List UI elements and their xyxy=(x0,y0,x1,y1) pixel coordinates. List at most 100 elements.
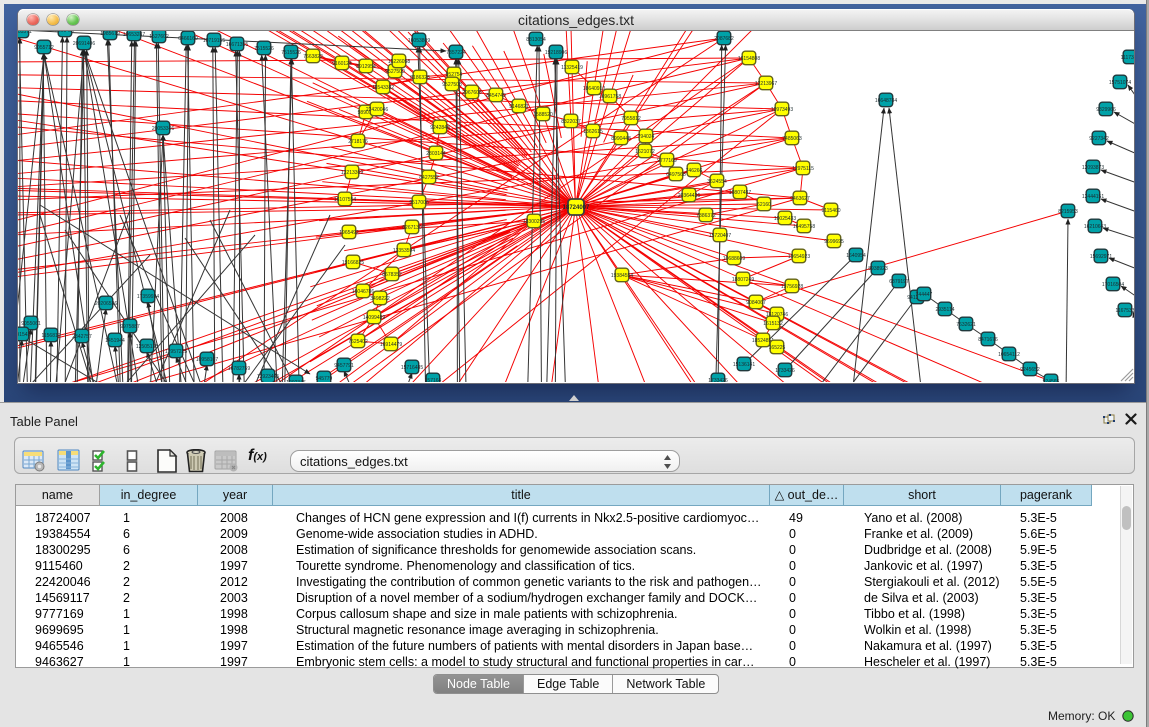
svg-text:9146821: 9146821 xyxy=(509,104,529,110)
svg-text:1965492: 1965492 xyxy=(339,230,359,236)
svg-text:20206536: 20206536 xyxy=(95,301,117,307)
svg-text:7515526: 7515526 xyxy=(254,46,274,52)
svg-text:2718176: 2718176 xyxy=(348,139,368,145)
svg-text:10653287: 10653287 xyxy=(123,32,145,38)
svg-text:11325419: 11325419 xyxy=(561,65,583,71)
svg-text:1527602: 1527602 xyxy=(149,34,169,40)
svg-text:12213967: 12213967 xyxy=(755,81,777,87)
svg-text:8938923: 8938923 xyxy=(868,266,888,272)
svg-text:8813054: 8813054 xyxy=(526,37,546,43)
svg-text:10958107: 10958107 xyxy=(196,357,218,363)
svg-text:7485063: 7485063 xyxy=(782,136,802,142)
svg-text:9517006: 9517006 xyxy=(409,200,429,206)
svg-text:16782759: 16782759 xyxy=(228,366,250,372)
svg-text:19166825: 19166825 xyxy=(342,260,364,266)
svg-text:7955812: 7955812 xyxy=(621,116,641,122)
svg-text:1292346: 1292346 xyxy=(286,380,306,382)
svg-text:15226058: 15226058 xyxy=(388,59,410,65)
svg-text:9245652: 9245652 xyxy=(1020,367,1040,373)
svg-text:18807249: 18807249 xyxy=(732,277,754,283)
svg-text:20053346: 20053346 xyxy=(152,126,174,132)
svg-text:1156819: 1156819 xyxy=(41,333,60,339)
svg-text:8471676: 8471676 xyxy=(978,337,998,343)
svg-text:1405571: 1405571 xyxy=(18,31,32,35)
svg-text:1588520: 1588520 xyxy=(533,112,553,118)
svg-text:6879197: 6879197 xyxy=(889,279,909,285)
svg-text:1640954: 1640954 xyxy=(846,253,866,259)
svg-text:9227342: 9227342 xyxy=(1089,136,1109,142)
svg-text:62160: 62160 xyxy=(757,202,771,208)
svg-text:924565: 924565 xyxy=(1043,379,1060,382)
svg-text:13353594: 13353594 xyxy=(393,248,415,254)
svg-text:22420046: 22420046 xyxy=(366,107,388,113)
svg-text:14099489: 14099489 xyxy=(363,315,385,321)
svg-text:8267130: 8267130 xyxy=(402,225,422,231)
svg-text:9084067: 9084067 xyxy=(746,300,766,306)
svg-text:1362615: 1362615 xyxy=(583,129,603,135)
svg-text:9527500: 9527500 xyxy=(385,69,405,75)
svg-text:12975115: 12975115 xyxy=(792,166,814,172)
svg-text:744447: 744447 xyxy=(916,292,933,298)
svg-text:18724007: 18724007 xyxy=(563,205,590,211)
svg-text:16053809: 16053809 xyxy=(408,38,430,44)
svg-text:15751074: 15751074 xyxy=(1109,80,1131,86)
svg-text:9975887: 9975887 xyxy=(120,324,140,330)
svg-text:9055712: 9055712 xyxy=(34,45,54,51)
svg-text:8427552: 8427552 xyxy=(419,175,439,181)
svg-text:15716485: 15716485 xyxy=(401,365,423,371)
svg-text:18300295: 18300295 xyxy=(523,219,545,225)
svg-text:746266: 746266 xyxy=(686,168,703,174)
svg-text:8215953: 8215953 xyxy=(1058,209,1078,215)
svg-text:16961758: 16961758 xyxy=(599,94,621,100)
svg-text:1733426: 1733426 xyxy=(708,378,728,382)
svg-text:8186328: 8186328 xyxy=(410,75,430,81)
svg-text:19654923: 19654923 xyxy=(788,254,810,260)
svg-text:165225: 165225 xyxy=(769,345,786,351)
svg-text:9242848: 9242848 xyxy=(430,125,450,131)
svg-text:2803144: 2803144 xyxy=(426,151,446,157)
svg-text:16648784: 16648784 xyxy=(875,98,897,104)
svg-text:8990448: 8990448 xyxy=(611,136,631,142)
svg-text:3498222: 3498222 xyxy=(370,296,390,302)
svg-text:16543382: 16543382 xyxy=(372,85,394,91)
svg-text:10025433: 10025433 xyxy=(774,216,796,222)
svg-text:391543: 391543 xyxy=(18,332,31,338)
svg-text:7625402: 7625402 xyxy=(348,339,368,345)
svg-text:6497568: 6497568 xyxy=(666,172,686,178)
svg-text:9160124: 9160124 xyxy=(332,61,352,67)
svg-text:19218906: 19218906 xyxy=(545,50,567,56)
svg-text:16914479: 16914479 xyxy=(380,342,402,348)
svg-text:10807487: 10807487 xyxy=(729,190,751,196)
svg-text:9055061: 9055061 xyxy=(21,321,41,327)
svg-text:945779: 945779 xyxy=(316,376,333,382)
svg-text:10719155: 10719155 xyxy=(203,38,225,44)
svg-text:1167533: 1167533 xyxy=(1115,308,1134,314)
svg-text:2099437: 2099437 xyxy=(55,31,75,34)
svg-text:7663822: 7663822 xyxy=(303,54,323,60)
svg-text:17957225: 17957225 xyxy=(165,349,187,355)
svg-text:6466160: 6466160 xyxy=(178,36,198,42)
svg-text:20364436: 20364436 xyxy=(678,193,700,199)
svg-text:18640910: 18640910 xyxy=(583,86,605,92)
svg-text:9115460: 9115460 xyxy=(821,208,840,214)
svg-text:16107554: 16107554 xyxy=(334,197,356,203)
svg-text:8912954: 8912954 xyxy=(356,64,376,70)
svg-text:8678352: 8678352 xyxy=(382,272,402,278)
svg-text:1985619: 1985619 xyxy=(100,31,120,37)
svg-text:16671355: 16671355 xyxy=(226,42,248,48)
svg-text:7357224: 7357224 xyxy=(446,50,466,56)
svg-text:2967608: 2967608 xyxy=(462,90,482,96)
svg-text:3624554: 3624554 xyxy=(707,179,727,185)
svg-text:1733426: 1733426 xyxy=(775,368,795,374)
svg-text:12213369: 12213369 xyxy=(341,170,363,176)
svg-text:2087682: 2087682 xyxy=(714,36,734,42)
svg-text:19384554: 19384554 xyxy=(611,273,633,279)
svg-text:1615132: 1615132 xyxy=(763,321,783,327)
svg-text:7386372: 7386372 xyxy=(696,213,716,219)
svg-text:8322037: 8322037 xyxy=(561,119,581,125)
svg-text:17359924: 17359924 xyxy=(137,294,159,300)
svg-text:19756928: 19756928 xyxy=(781,284,803,290)
svg-text:12923465: 12923465 xyxy=(257,374,279,380)
svg-text:7515526: 7515526 xyxy=(281,50,301,56)
svg-text:1451944: 1451944 xyxy=(105,338,125,344)
